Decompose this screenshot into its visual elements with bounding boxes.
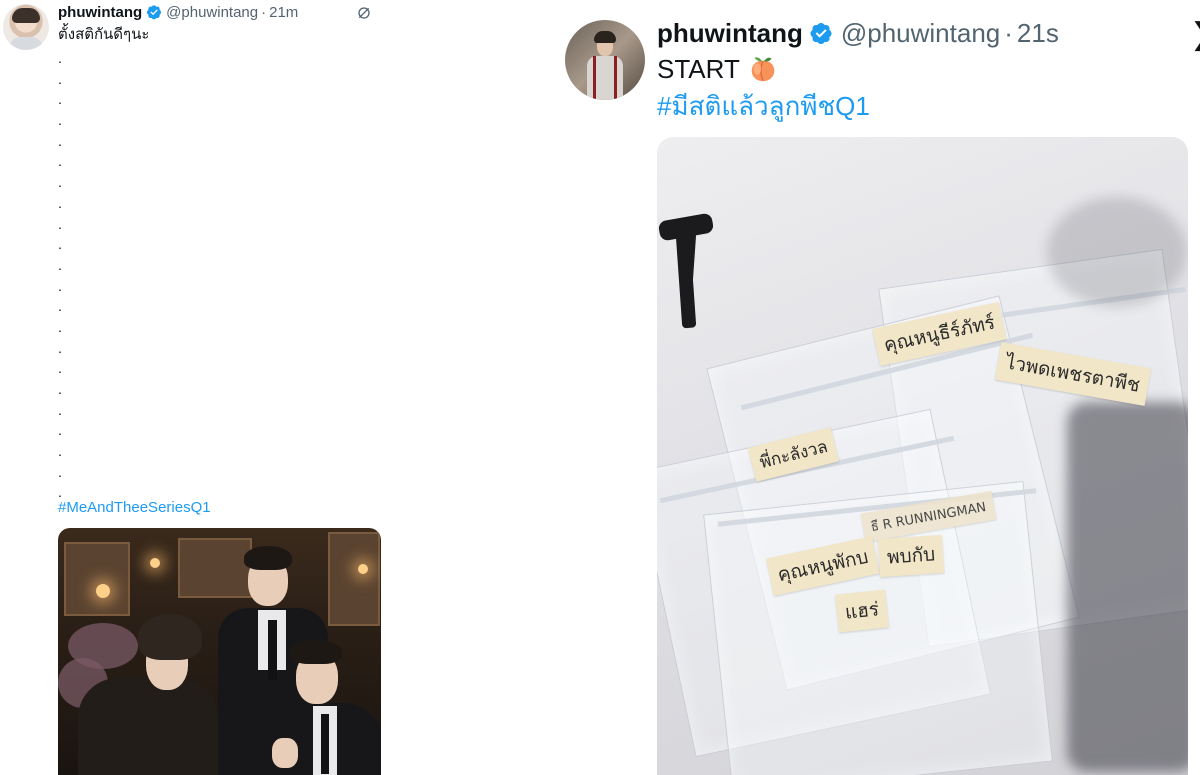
right-handle[interactable]: @phuwintang	[841, 18, 1000, 49]
right-display-name[interactable]: phuwintang	[657, 18, 803, 49]
dot-line: .	[58, 174, 62, 191]
close-icon[interactable]: ❯	[1190, 20, 1200, 50]
right-tweet-text-start: START	[657, 54, 740, 84]
right-tweet-text: START	[657, 52, 778, 86]
dot-line: .	[58, 215, 62, 232]
verified-badge-icon	[810, 23, 832, 44]
dot-line: .	[58, 112, 62, 129]
dot-line: .	[58, 360, 62, 377]
dot-line: .	[58, 298, 62, 315]
left-timestamp[interactable]: 21m	[269, 4, 298, 21]
dot-line: .	[58, 277, 62, 294]
dot-line: .	[58, 256, 62, 273]
right-separator: ·	[1004, 17, 1013, 48]
peach-emoji-icon	[751, 57, 775, 82]
left-hashtag-link[interactable]: #MeAndTheeSeriesQ1	[58, 499, 211, 516]
dot-line: .	[58, 339, 62, 356]
dot-line: .	[58, 50, 62, 66]
dot-line: .	[58, 381, 62, 397]
right-avatar[interactable]	[565, 20, 645, 100]
left-tweet-header: phuwintang @phuwintang · 21m	[58, 2, 298, 22]
verified-badge-icon	[147, 5, 162, 20]
dot-line: .	[58, 153, 62, 170]
photo-label: พบกับ	[877, 534, 945, 578]
dot-line: .	[58, 318, 62, 335]
left-separator: ·	[261, 3, 267, 21]
dot-line: .	[58, 463, 62, 480]
left-handle[interactable]: @phuwintang	[166, 4, 258, 21]
dot-line: .	[58, 443, 62, 460]
right-hashtag-link[interactable]: #มีสติแล้วลูกพีชQ1	[657, 89, 870, 123]
right-timestamp[interactable]: 21s	[1017, 18, 1059, 49]
right-tweet-header: phuwintang @phuwintang · 21s	[657, 16, 1059, 50]
left-tweet-photo[interactable]	[58, 528, 381, 775]
left-tweet-text: ตั้งสติกันดีๆนะ	[58, 26, 150, 43]
dot-line: .	[58, 422, 62, 439]
left-display-name[interactable]: phuwintang	[58, 4, 142, 21]
photo-label: แฮร่	[835, 589, 889, 633]
dot-lines: . . . . . . . . . . . . . . . . . . . . …	[58, 48, 62, 503]
dot-line: .	[58, 236, 62, 253]
left-tweet: phuwintang @phuwintang · 21m ตั้งสติกันด…	[0, 0, 400, 775]
dot-line: .	[58, 91, 62, 108]
dot-line: .	[58, 401, 62, 418]
left-avatar[interactable]	[3, 4, 49, 50]
dot-line: .	[58, 132, 62, 149]
right-tweet-photo[interactable]: คุณหนูธีร์ภัทร์ ไวพดเพชรตาพีช พี่กะลังวล…	[657, 137, 1188, 775]
dot-line: .	[58, 194, 62, 211]
grok-icon[interactable]	[356, 5, 372, 21]
dot-line: .	[58, 70, 62, 87]
